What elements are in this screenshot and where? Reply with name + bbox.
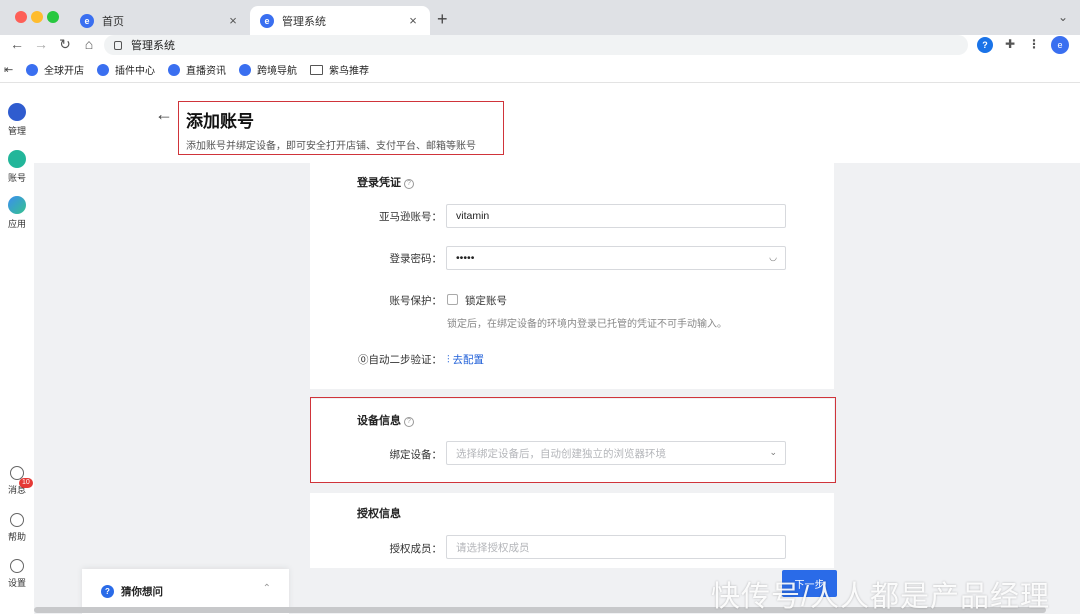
sidebar-item-settings[interactable]: 设置 [0, 559, 34, 589]
faq-label: 猜你想问 [121, 586, 163, 598]
back-arrow-icon[interactable]: ← [155, 104, 173, 125]
help-icon [10, 513, 24, 527]
tab-admin[interactable]: e 管理系统 × [250, 6, 430, 35]
extension-key-icon[interactable]: ? [977, 37, 993, 53]
gear-icon [10, 559, 24, 573]
address-bar[interactable]: 管理系统 [104, 35, 968, 55]
member-label: 授权成员： [389, 543, 443, 555]
address-text: 管理系统 [131, 40, 175, 52]
forward-icon[interactable]: → [32, 36, 50, 52]
lock-account-checkbox[interactable] [447, 294, 458, 305]
lock-icon [114, 40, 122, 50]
sidebar-item-label: 管理 [7, 126, 26, 136]
bookmarks-bar: ⇤ 全球开店 插件中心 直播资讯 跨境导航 紫鸟推荐 [0, 57, 1080, 83]
home-icon[interactable]: ⌂ [80, 36, 98, 52]
sidebar-item-help[interactable]: 帮助 [0, 513, 34, 543]
sidebar-item-account[interactable]: 账号 [0, 150, 34, 184]
password-label: 登录密码： [389, 253, 443, 265]
sidebar-item-apps[interactable]: 应用 [0, 196, 34, 230]
sliders-icon: ⫶ [447, 354, 450, 366]
configure-link[interactable]: ⫶ 去配置 [447, 352, 484, 367]
bookmark-favicon-icon [168, 63, 180, 76]
notification-badge: 10 [19, 478, 33, 488]
puzzle-icon[interactable]: ✚ [1002, 37, 1018, 53]
bookmark-item[interactable]: 紫鸟推荐 [310, 62, 369, 77]
bookmark-favicon-icon [26, 63, 38, 76]
maximize-window-button[interactable] [47, 11, 59, 23]
sidebar-item-manage[interactable]: 管理 [0, 103, 34, 137]
page-subtitle: 添加账号并绑定设备，即可安全打开店铺、支付平台、邮箱等账号 [186, 141, 476, 152]
app-sidebar: 管理 账号 应用 10 消息 帮助 设置 [0, 83, 34, 614]
browser-toolbar: ← → ↻ ⌂ 管理系统 ? ✚ ⋮ e [0, 35, 1080, 57]
authorization-card: 授权信息 授权成员： 请选择授权成员 [310, 493, 834, 568]
bookmark-item[interactable]: 直播资讯 [168, 62, 226, 77]
section-title: 授权信息 [357, 508, 401, 520]
two-factor-label: ⓪自动二步验证： [358, 354, 442, 366]
kebab-menu-icon[interactable]: ⋮ [1026, 37, 1042, 53]
sidebar-item-label: 设置 [7, 578, 26, 588]
question-icon[interactable]: ? [404, 179, 414, 189]
tab-search-chevron-icon[interactable]: ⌄ [1058, 10, 1068, 24]
bookmark-item[interactable]: 全球开店 [26, 62, 84, 77]
amazon-account-label: 亚马逊账号： [379, 211, 442, 223]
bookmark-favicon-icon [97, 63, 109, 76]
tab-label: 管理系统 [282, 15, 326, 28]
amazon-account-input[interactable]: vitamin [446, 204, 786, 228]
tab-close-icon[interactable]: × [406, 13, 420, 28]
bookmark-favicon-icon [239, 63, 251, 76]
exit-icon[interactable]: ⇤ [4, 63, 16, 76]
page-title: 添加账号 [186, 112, 254, 131]
close-window-button[interactable] [15, 11, 27, 23]
new-tab-button[interactable]: + [437, 9, 448, 30]
device-highlight-box [310, 397, 836, 483]
bookmark-item[interactable]: 跨境导航 [239, 62, 297, 77]
apps-icon [8, 196, 26, 214]
back-icon[interactable]: ← [8, 36, 26, 52]
sidebar-item-label: 应用 [7, 219, 26, 229]
member-select[interactable]: 请选择授权成员 [446, 535, 786, 559]
tab-home[interactable]: e 首页 × [70, 6, 250, 35]
lock-hint: 锁定后，在绑定设备的环境内登录已托管的凭证不可手动输入。 [447, 319, 727, 330]
account-icon [8, 150, 26, 168]
tab-label: 首页 [102, 15, 124, 28]
site-favicon-icon: e [260, 13, 274, 28]
minimize-window-button[interactable] [31, 11, 43, 23]
sidebar-item-label: 帮助 [7, 532, 26, 542]
password-input[interactable]: ••••• ◡ [446, 246, 786, 270]
main-content: ← 添加账号 添加账号并绑定设备，即可安全打开店铺、支付平台、邮箱等账号 登录凭… [34, 83, 1080, 614]
title-highlight-box: 添加账号 添加账号并绑定设备，即可安全打开店铺、支付平台、邮箱等账号 [178, 101, 504, 155]
password-value: ••••• [456, 252, 475, 264]
chevron-up-icon[interactable]: ⌃ [263, 583, 271, 594]
folder-icon [310, 64, 323, 75]
profile-avatar[interactable]: e [1051, 36, 1069, 54]
account-protection-label: 账号保护： [389, 295, 443, 307]
site-favicon-icon: e [80, 13, 94, 28]
login-credentials-card: 登录凭证? 亚马逊账号： vitamin 登录密码： ••••• ◡ 账号保护：… [310, 163, 834, 389]
browser-tab-strip: e 首页 × e 管理系统 × + ⌄ [0, 0, 1080, 35]
page-header: ← 添加账号 添加账号并绑定设备，即可安全打开店铺、支付平台、邮箱等账号 [34, 83, 1080, 163]
lock-account-label: 锁定账号 [465, 295, 507, 307]
watermark: 快传号/人人都是产品经理 [711, 581, 1051, 613]
bookmark-item[interactable]: 插件中心 [97, 62, 155, 77]
sidebar-item-messages[interactable]: 10 消息 [0, 466, 34, 496]
sidebar-item-label: 账号 [7, 173, 26, 183]
eye-closed-icon[interactable]: ◡ [769, 252, 777, 263]
grid-icon [8, 103, 26, 121]
reload-icon[interactable]: ↻ [56, 36, 74, 53]
question-icon: ? [101, 585, 114, 598]
tab-close-icon[interactable]: × [226, 13, 240, 28]
section-title: 登录凭证? [357, 174, 414, 190]
